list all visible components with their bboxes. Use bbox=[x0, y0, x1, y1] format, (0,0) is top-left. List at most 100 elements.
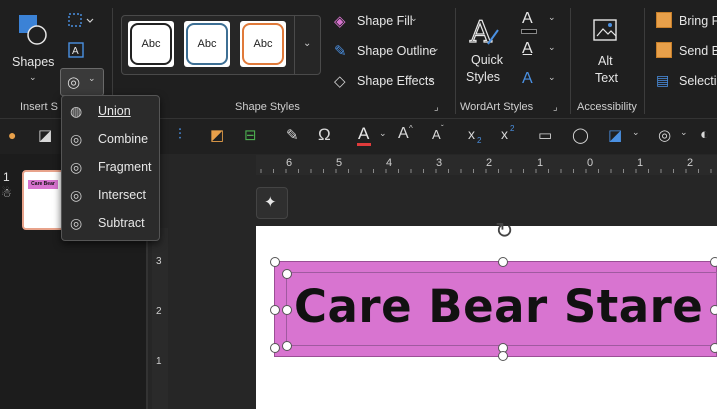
shape-styles-group-label: Shape Styles bbox=[235, 101, 300, 113]
shape-styles-gallery[interactable]: Abc Abc Abc ⌄ bbox=[121, 15, 321, 75]
menu-item-label: Combine bbox=[98, 132, 149, 146]
font-color-glyph: A bbox=[358, 124, 370, 143]
quick-styles-button[interactable]: A Quick Styles bbox=[462, 12, 510, 90]
resize-handle-se[interactable] bbox=[710, 343, 717, 353]
chevron-down-icon: ⌄ bbox=[29, 72, 37, 82]
vertical-ruler: 3 2 1 bbox=[152, 228, 168, 409]
resize-handle-e[interactable] bbox=[710, 305, 717, 315]
format-painter-icon[interactable]: ✎ bbox=[286, 126, 299, 144]
svg-text:A: A bbox=[72, 46, 79, 57]
menu-item-union[interactable]: ◍ Union bbox=[70, 99, 154, 123]
resize-handle-inner-w[interactable] bbox=[282, 305, 292, 315]
alt-text-button[interactable]: Alt Text bbox=[582, 14, 630, 90]
ruler-number: 1 bbox=[156, 356, 162, 367]
chevron-down-icon: ⌄ bbox=[548, 42, 556, 52]
text-fill-glyph: A bbox=[522, 10, 533, 27]
alt-text-icon bbox=[593, 19, 617, 41]
designer-button[interactable]: ✦ bbox=[256, 187, 288, 219]
selection-pane-button[interactable]: ▤ Selectio bbox=[654, 72, 717, 92]
divider bbox=[644, 8, 645, 114]
wordart-a-icon: A bbox=[468, 14, 499, 48]
text-box-icon: A bbox=[68, 42, 84, 58]
menu-item-subtract[interactable]: ◎ Subtract bbox=[70, 211, 154, 235]
ruler-number: 0 bbox=[587, 157, 594, 169]
resize-handle-inner-s[interactable] bbox=[498, 351, 508, 361]
ruler-number: 2 bbox=[156, 306, 162, 317]
menu-item-combine[interactable]: ◎ Combine bbox=[70, 127, 154, 151]
style-tile-blue[interactable]: Abc bbox=[184, 21, 230, 67]
menu-item-fragment[interactable]: ◎ Fragment bbox=[70, 155, 154, 179]
more-icon[interactable]: ◐ bbox=[700, 126, 709, 143]
subscript-button[interactable]: x bbox=[468, 126, 475, 142]
merge-shapes-button[interactable]: ◎ ⌄ bbox=[60, 68, 104, 96]
text-box-button[interactable]: A bbox=[68, 42, 84, 58]
symbol-omega-icon[interactable]: Ω bbox=[318, 125, 331, 145]
shape-outline-button[interactable]: ✎ Shape Outline ⌄ bbox=[332, 42, 444, 62]
resize-handle-inner-sw[interactable] bbox=[282, 341, 292, 351]
oval-icon[interactable]: ◯ bbox=[572, 126, 589, 144]
resize-handle-w[interactable] bbox=[270, 305, 280, 315]
union-icon: ◍ bbox=[70, 102, 83, 119]
accessibility-person-icon: ☃ bbox=[1, 186, 12, 200]
arrange-icon[interactable]: ◩ bbox=[210, 126, 224, 144]
menu-item-label: Fragment bbox=[98, 160, 152, 174]
text-fill-button[interactable]: A ⌄ bbox=[518, 10, 560, 34]
menu-item-intersect[interactable]: ◎ Intersect bbox=[70, 183, 154, 207]
chevron-down-icon: ⌄ bbox=[548, 12, 556, 22]
subtract-icon: ◎ bbox=[70, 214, 83, 231]
font-color-button[interactable]: A ⌄ bbox=[354, 124, 388, 150]
rectangle-icon[interactable]: ▭ bbox=[538, 126, 552, 144]
chevron-down-icon: ⌄ bbox=[680, 127, 688, 137]
chart-icon[interactable]: ◪ bbox=[38, 126, 52, 144]
quick-styles-label-1: Quick bbox=[471, 53, 503, 67]
palette-icon[interactable]: ● bbox=[8, 127, 16, 143]
text-outline-icon: A̲ bbox=[522, 40, 533, 57]
style-tile-black[interactable]: Abc bbox=[128, 21, 174, 67]
text-effects-button[interactable]: A ⌄ bbox=[518, 70, 560, 92]
align-icon[interactable]: ⫶ bbox=[178, 126, 182, 143]
resize-handle-nw[interactable] bbox=[270, 257, 280, 267]
ruler-number: 4 bbox=[386, 157, 393, 169]
merge-shapes-icon[interactable]: ◎ bbox=[658, 126, 671, 144]
effects-icon: ◇ bbox=[334, 73, 346, 90]
quick-styles-label-2: Styles bbox=[466, 70, 501, 84]
chevron-down-icon: ⌄ bbox=[410, 13, 418, 23]
shrink-font-button[interactable]: A bbox=[432, 127, 441, 142]
divider bbox=[455, 8, 456, 114]
chevron-down-icon: ⌄ bbox=[548, 72, 556, 82]
shape-effects-button[interactable]: ◇ Shape Effects ⌄ bbox=[332, 72, 444, 92]
grow-font-button[interactable]: A bbox=[398, 125, 409, 143]
rotate-handle-icon[interactable]: ↻ bbox=[495, 218, 513, 244]
send-backward-button[interactable]: Send Ba bbox=[654, 42, 717, 62]
text-outline-button[interactable]: A̲ ⌄ bbox=[518, 40, 560, 62]
resize-handle-inner-nw[interactable] bbox=[282, 269, 292, 279]
send-backward-icon bbox=[656, 42, 672, 58]
resize-handle-ne[interactable] bbox=[710, 257, 717, 267]
alt-text-label-1: Alt bbox=[598, 54, 613, 68]
chevron-down-icon: ⌄ bbox=[632, 127, 640, 137]
align-center-icon[interactable]: ⊟ bbox=[244, 126, 257, 144]
shape-fill-button[interactable]: ◈ Shape Fill ⌄ bbox=[332, 12, 444, 32]
resize-handle-sw[interactable] bbox=[270, 343, 280, 353]
superscript-button[interactable]: x bbox=[501, 126, 508, 142]
shape-fill-label: Shape Fill bbox=[357, 14, 413, 28]
ruler-number: 5 bbox=[336, 157, 343, 169]
accessibility-group-label: Accessibility bbox=[577, 101, 637, 113]
dialog-launcher-icon[interactable]: ⌟ bbox=[553, 102, 558, 113]
shapes-button[interactable]: Shapes ⌄ bbox=[10, 12, 54, 88]
resize-handle-n[interactable] bbox=[498, 257, 508, 267]
edit-shape-icon bbox=[68, 13, 94, 27]
chevron-down-icon: ⌄ bbox=[432, 43, 440, 53]
edit-shape-button[interactable] bbox=[66, 12, 96, 30]
shapes-icon[interactable]: ◪ bbox=[608, 126, 622, 144]
gallery-more-button[interactable]: ⌄ bbox=[294, 16, 319, 74]
ruler-numbers: 6 5 4 3 2 1 0 1 2 bbox=[256, 157, 717, 173]
ruler-number: 2 bbox=[687, 157, 694, 169]
style-tile-orange[interactable]: Abc bbox=[240, 21, 286, 67]
dialog-launcher-icon[interactable]: ⌟ bbox=[434, 102, 439, 113]
slide-title[interactable]: Care Bear Stare bbox=[294, 280, 703, 333]
sparkle-wand-icon: ✦ bbox=[264, 194, 277, 211]
ruler-number: 1 bbox=[637, 157, 644, 169]
slide-thumbnail[interactable]: Care Bear bbox=[22, 170, 64, 230]
bring-forward-button[interactable]: Bring F bbox=[654, 12, 717, 32]
